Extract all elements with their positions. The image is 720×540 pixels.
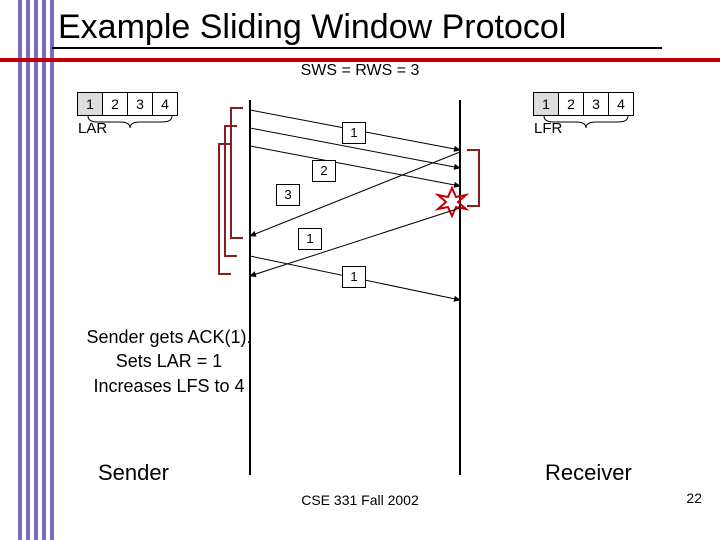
slide: Example Sliding Window Protocol SWS = RW…: [0, 0, 720, 540]
sender-label: Sender: [98, 460, 169, 486]
packet-label: 1: [342, 122, 366, 144]
footer-text: CSE 331 Fall 2002: [0, 492, 720, 508]
packet-label: 3: [276, 184, 300, 206]
packet-label: 2: [312, 160, 336, 182]
page-number: 22: [686, 490, 702, 506]
ack-label: 1: [298, 228, 322, 250]
sender-note: Sender gets ACK(1). Sets LAR = 1 Increas…: [64, 325, 274, 398]
ack-label: 1: [342, 266, 366, 288]
receiver-label: Receiver: [545, 460, 632, 486]
sender-note-line: Sender gets ACK(1).: [64, 325, 274, 349]
sender-note-line: Increases LFS to 4: [64, 374, 274, 398]
sender-note-line: Sets LAR = 1: [64, 349, 274, 373]
